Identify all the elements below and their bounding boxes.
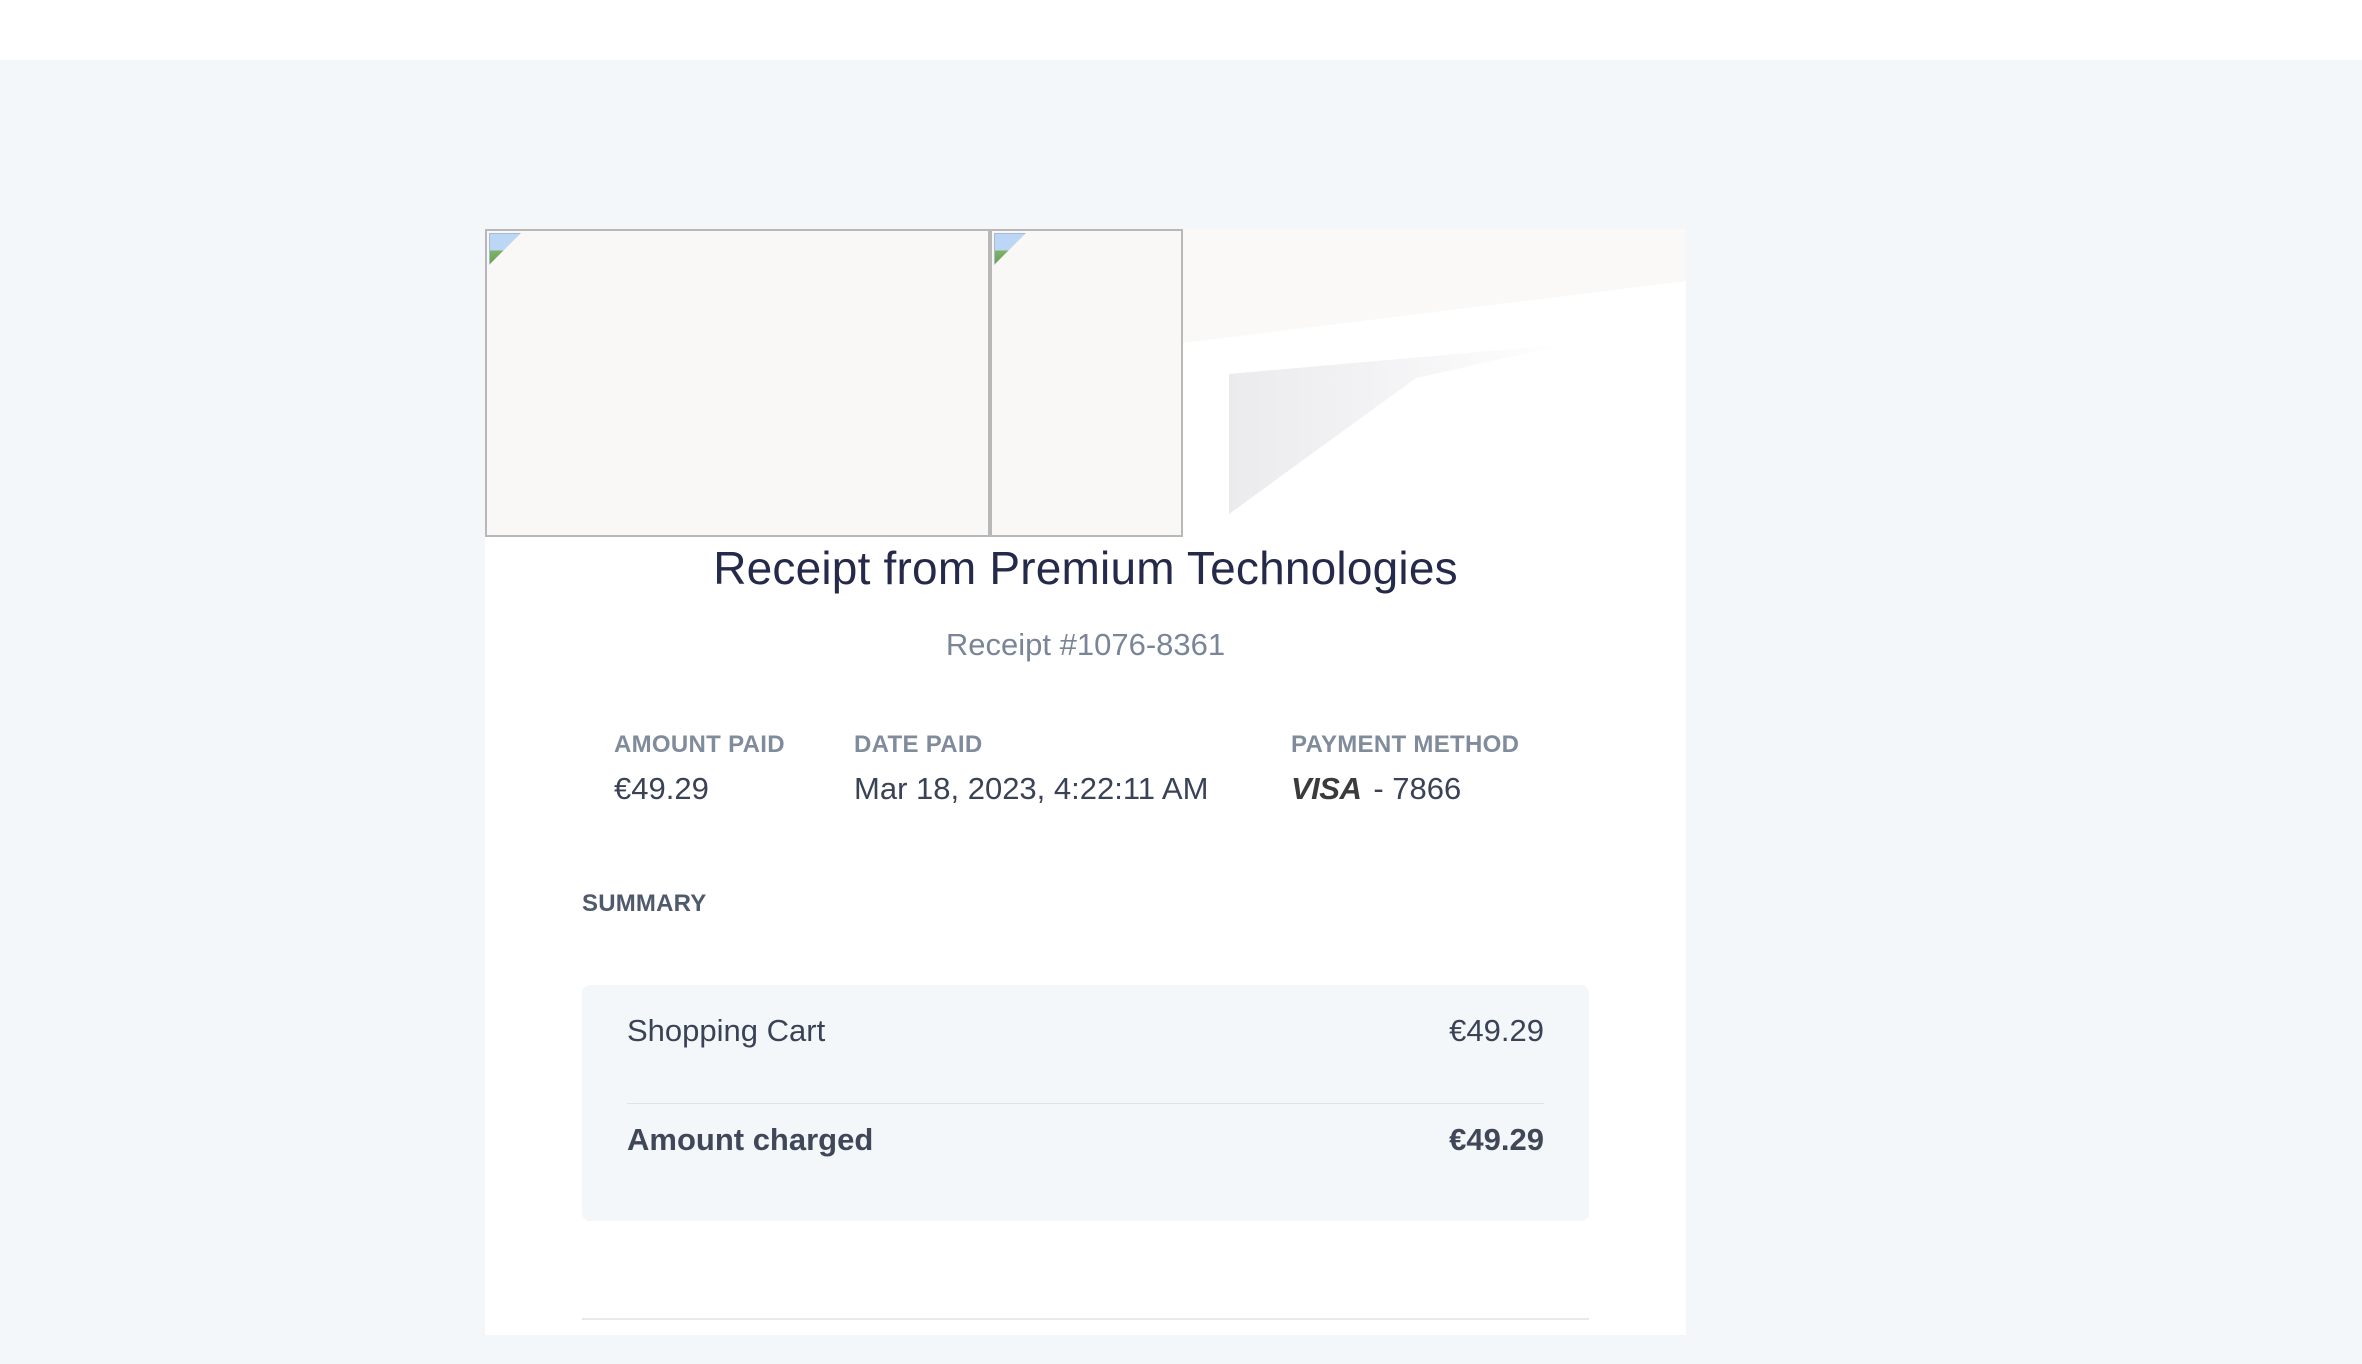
total-amount: €49.29: [1449, 1122, 1544, 1157]
date-paid-label: DATE PAID: [854, 731, 983, 758]
summary-heading: SUMMARY: [582, 890, 707, 917]
total-label: Amount charged: [627, 1122, 874, 1157]
amount-paid-section: AMOUNT PAID €49.29: [614, 731, 785, 807]
amount-paid-label: AMOUNT PAID: [614, 731, 785, 758]
receipt-card: Receipt from Premium Technologies Receip…: [485, 229, 1686, 1335]
summary-box: Shopping Cart €49.29 Amount charged €49.…: [582, 985, 1589, 1221]
payment-method-label: PAYMENT METHOD: [1291, 731, 1520, 758]
visa-logo-icon: VISA: [1291, 771, 1362, 806]
line-item-label: Shopping Cart: [627, 1013, 826, 1048]
line-item-amount: €49.29: [1449, 1013, 1544, 1048]
summary-total-row: Amount charged €49.29: [627, 1122, 1544, 1158]
payment-method-value: VISA - 7866: [1291, 771, 1519, 807]
receipt-number: Receipt #1076-8361: [945, 627, 1226, 662]
date-paid-section: DATE PAID Mar 18, 2023, 4:22:11 AM: [854, 731, 1208, 807]
broken-image-icon: [994, 233, 1026, 265]
amount-paid-value: €49.29: [614, 771, 709, 806]
section-divider: [582, 1318, 1589, 1320]
summary-divider: [627, 1103, 1544, 1104]
payment-method-section: PAYMENT METHOD VISA - 7866: [1291, 731, 1519, 807]
header-image-left: [485, 229, 990, 537]
broken-image-icon: [489, 233, 521, 265]
card-last4: - 7866: [1373, 771, 1462, 806]
header-image-right: [990, 229, 1183, 537]
receipt-title: Receipt from Premium Technologies: [713, 542, 1458, 594]
date-paid-value: Mar 18, 2023, 4:22:11 AM: [854, 771, 1209, 806]
header-stripe-decoration: [1229, 344, 1569, 514]
summary-line-item: Shopping Cart €49.29: [627, 1013, 1544, 1049]
